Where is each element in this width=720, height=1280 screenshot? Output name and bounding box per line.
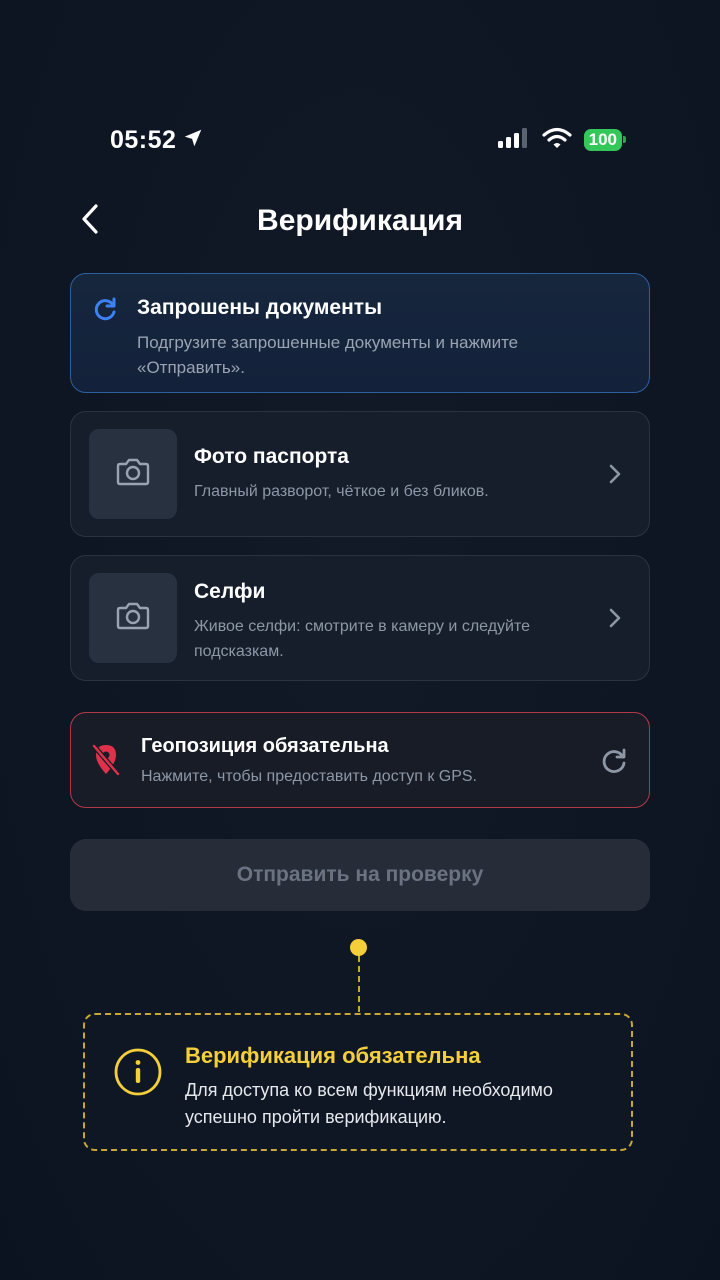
selfie-card[interactable]: Селфи Живое селфи: смотрите в камеру и с… [70, 555, 650, 681]
passport-card-title: Фото паспорта [194, 444, 349, 468]
wifi-icon [542, 127, 572, 154]
status-right: 100 [497, 127, 627, 154]
tooltip-anchor-dot [350, 939, 367, 956]
submit-for-review-button[interactable]: Отправить на проверку [70, 839, 650, 911]
selfie-card-body: Селфи Живое селфи: смотрите в камеру и с… [194, 556, 599, 680]
chevron-right-icon [605, 464, 625, 484]
documents-requested-card: Запрошены документы Подгрузите запрошенн… [70, 273, 650, 393]
status-time: 05:52 [110, 125, 177, 154]
geo-card-text: Нажмите, чтобы предоставить доступ к GPS… [141, 768, 477, 785]
passport-card-text: Главный разворот, чёткое и без бликов. [194, 482, 489, 500]
geo-card-title: Геопозиция обязательна [141, 735, 389, 757]
back-button[interactable] [70, 201, 110, 241]
selfie-card-title: Селфи [194, 580, 266, 603]
info-icon [113, 1047, 163, 1102]
header: Верификация [70, 195, 650, 247]
battery-indicator: 100 [583, 129, 627, 151]
geolocation-required-card[interactable]: Геопозиция обязательна Нажмите, чтобы пр… [70, 712, 650, 808]
tooltip-text: Для доступа ко всем функциям необходимо … [185, 1080, 553, 1127]
tooltip-connector [358, 956, 360, 1012]
refresh-icon [91, 296, 119, 329]
selfie-card-text: Живое селфи: смотрите в камеру и следуйт… [194, 618, 531, 660]
selfie-thumbnail [89, 573, 177, 663]
info-card-title: Запрошены документы [137, 296, 382, 319]
passport-card-body: Фото паспорта Главный разворот, чёткое и… [194, 412, 599, 536]
geo-card-body: Геопозиция обязательна Нажмите, чтобы пр… [141, 735, 477, 786]
passport-photo-card[interactable]: Фото паспорта Главный разворот, чёткое и… [70, 411, 650, 537]
verification-required-tooltip: Верификация обязательна Для доступа ко в… [83, 1013, 633, 1151]
verification-screen: 05:52 100 Верификация Запрошены документ… [0, 0, 720, 1280]
page-title: Верификация [257, 204, 463, 237]
status-left: 05:52 [110, 126, 204, 155]
tooltip-title: Верификация обязательна [185, 1043, 481, 1068]
camera-icon [116, 457, 150, 492]
info-card-text: Подгрузите запрошенные документы и нажми… [137, 333, 519, 377]
refresh-icon[interactable] [599, 746, 629, 776]
cellular-signal-icon [497, 127, 530, 154]
location-arrow-icon [182, 127, 204, 154]
location-off-icon [91, 743, 121, 782]
camera-icon [116, 601, 150, 636]
status-bar: 05:52 100 [110, 120, 627, 160]
tooltip-body: Верификация обязательна Для доступа ко в… [185, 1043, 615, 1131]
passport-thumbnail [89, 429, 177, 519]
chevron-left-icon [80, 203, 100, 240]
chevron-right-icon [605, 608, 625, 628]
